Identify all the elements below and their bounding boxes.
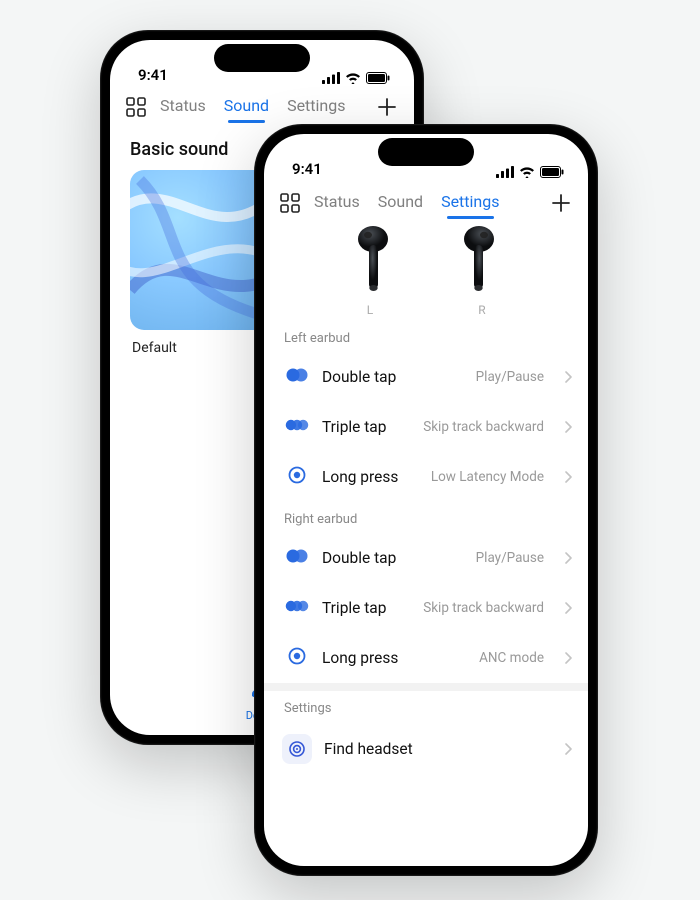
dynamic-island [214, 44, 310, 72]
earbud-left-icon [349, 225, 391, 295]
row-label: Triple tap [322, 418, 386, 436]
clock: 9:41 [138, 66, 168, 84]
tab-settings[interactable]: Settings [441, 188, 499, 217]
top-bar: Status Sound Settings [110, 86, 414, 125]
earbud-left-label: L [367, 303, 373, 317]
cellular-icon [322, 72, 340, 84]
double-tap-icon [284, 366, 310, 388]
row-label: Find headset [324, 740, 413, 758]
plus-icon[interactable] [550, 192, 572, 214]
row-label: Triple tap [322, 599, 386, 617]
row-left-triple-tap[interactable]: Triple tap Skip track backward [264, 402, 588, 452]
tab-sound[interactable]: Sound [224, 92, 269, 121]
row-left-double-tap[interactable]: Double tap Play/Pause [264, 352, 588, 402]
phone-settings: 9:41 Status Sound Settings [254, 124, 598, 876]
row-right-triple-tap[interactable]: Triple tap Skip track backward [264, 583, 588, 633]
chevron-right-icon [562, 743, 574, 755]
double-tap-icon [284, 547, 310, 569]
earbud-left: L [349, 225, 391, 317]
earbud-diagram: L R [264, 221, 588, 321]
row-label: Double tap [322, 549, 396, 567]
row-value: Play/Pause [476, 369, 544, 385]
long-tap-icon [284, 647, 310, 669]
row-label: Double tap [322, 368, 396, 386]
battery-icon [366, 72, 390, 84]
row-value: Low Latency Mode [431, 469, 544, 485]
wifi-icon [345, 72, 361, 84]
row-value: ANC mode [479, 650, 544, 666]
tab-status[interactable]: Status [160, 92, 206, 121]
row-right-long-press[interactable]: Long press ANC mode [264, 633, 588, 683]
section-right-earbud: Right earbud [264, 502, 588, 533]
triple-tap-icon [284, 597, 310, 619]
row-label: Long press [322, 649, 398, 667]
battery-icon [540, 166, 564, 178]
dynamic-island [378, 138, 474, 166]
chevron-right-icon [562, 652, 574, 664]
tabs: Status Sound Settings [314, 188, 536, 217]
status-indicators [322, 72, 390, 84]
grid-icon[interactable] [126, 97, 146, 117]
plus-icon[interactable] [376, 96, 398, 118]
wifi-icon [519, 166, 535, 178]
row-value: Skip track backward [423, 600, 544, 616]
row-find-headset[interactable]: Find headset [264, 722, 588, 774]
section-settings: Settings [264, 691, 588, 722]
tabs: Status Sound Settings [160, 92, 362, 121]
section-left-earbud: Left earbud [264, 321, 588, 352]
top-bar: Status Sound Settings [264, 180, 588, 221]
tab-sound[interactable]: Sound [378, 188, 423, 217]
chevron-right-icon [562, 602, 574, 614]
earbud-right: R [461, 225, 503, 317]
target-icon [282, 734, 312, 764]
chevron-right-icon [562, 371, 574, 383]
triple-tap-icon [284, 416, 310, 438]
row-value: Play/Pause [476, 550, 544, 566]
tab-settings[interactable]: Settings [287, 92, 345, 121]
cellular-icon [496, 166, 514, 178]
chevron-right-icon [562, 471, 574, 483]
earbud-right-icon [461, 225, 503, 295]
row-right-double-tap[interactable]: Double tap Play/Pause [264, 533, 588, 583]
chevron-right-icon [562, 421, 574, 433]
row-value: Skip track backward [423, 419, 544, 435]
earbud-right-label: R [478, 303, 485, 317]
row-left-long-press[interactable]: Long press Low Latency Mode [264, 452, 588, 502]
grid-icon[interactable] [280, 193, 300, 213]
row-label: Long press [322, 468, 398, 486]
long-tap-icon [284, 466, 310, 488]
chevron-right-icon [562, 552, 574, 564]
tab-status[interactable]: Status [314, 188, 360, 217]
divider [264, 683, 588, 691]
clock: 9:41 [292, 160, 322, 178]
status-indicators [496, 166, 564, 178]
